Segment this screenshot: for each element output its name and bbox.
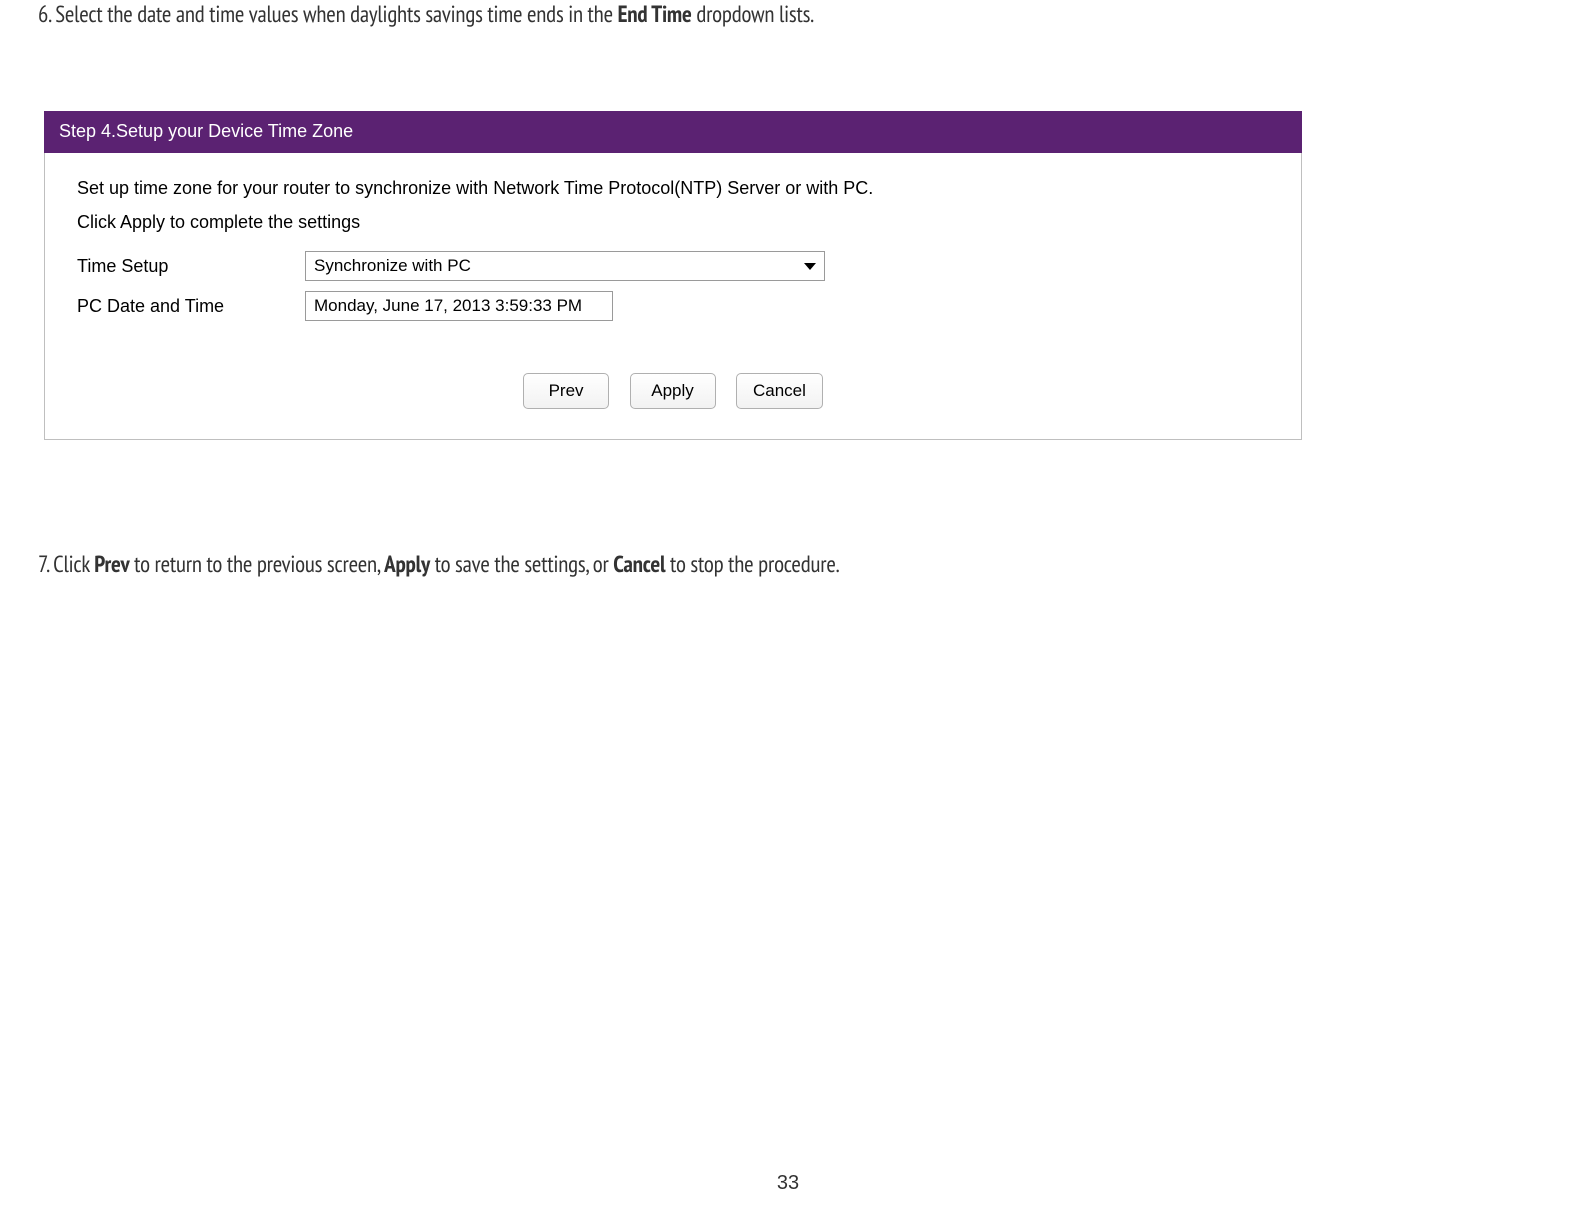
panel-body: Set up time zone for your router to sync…: [44, 153, 1302, 440]
page-number: 33: [777, 1172, 799, 1195]
setup-wizard-screenshot: Step 4.Setup your Device Time Zone Set u…: [44, 111, 1302, 440]
step-7-suffix: to stop the procedure.: [665, 550, 839, 579]
chevron-down-icon: [804, 263, 816, 270]
pc-date-label: PC Date and Time: [77, 296, 305, 317]
step-7-bold-apply: Apply: [384, 550, 430, 579]
step-7-instruction: 7. Click Prev to return to the previous …: [0, 548, 1576, 581]
time-setup-label: Time Setup: [77, 256, 305, 277]
time-setup-select[interactable]: Synchronize with PC: [305, 251, 825, 281]
step-7-mid1: to return to the previous screen,: [129, 550, 384, 579]
step-6-instruction: 6. Select the date and time values when …: [0, 0, 1576, 31]
panel-header: Step 4.Setup your Device Time Zone: [44, 111, 1302, 153]
panel-subtext: Click Apply to complete the settings: [77, 212, 1269, 233]
step-7-prefix: 7. Click: [38, 550, 94, 579]
step-6-text-prefix: 6. Select the date and time values when …: [38, 0, 618, 29]
step-6-bold: End Time: [618, 0, 692, 29]
apply-button[interactable]: Apply: [630, 373, 716, 409]
pc-date-row: PC Date and Time Monday, June 17, 2013 3…: [77, 291, 1269, 321]
panel-description: Set up time zone for your router to sync…: [77, 175, 1269, 202]
time-setup-value: Synchronize with PC: [314, 256, 471, 276]
step-6-text-suffix: dropdown lists.: [692, 0, 814, 29]
prev-button[interactable]: Prev: [523, 373, 609, 409]
time-setup-row: Time Setup Synchronize with PC: [77, 251, 1269, 281]
pc-date-value: Monday, June 17, 2013 3:59:33 PM: [314, 296, 582, 316]
step-7-bold-prev: Prev: [94, 550, 129, 579]
pc-date-input[interactable]: Monday, June 17, 2013 3:59:33 PM: [305, 291, 613, 321]
step-7-mid2: to save the settings, or: [430, 550, 613, 579]
step-7-bold-cancel: Cancel: [613, 550, 665, 579]
cancel-button[interactable]: Cancel: [736, 373, 823, 409]
button-row: Prev Apply Cancel: [77, 373, 1269, 409]
